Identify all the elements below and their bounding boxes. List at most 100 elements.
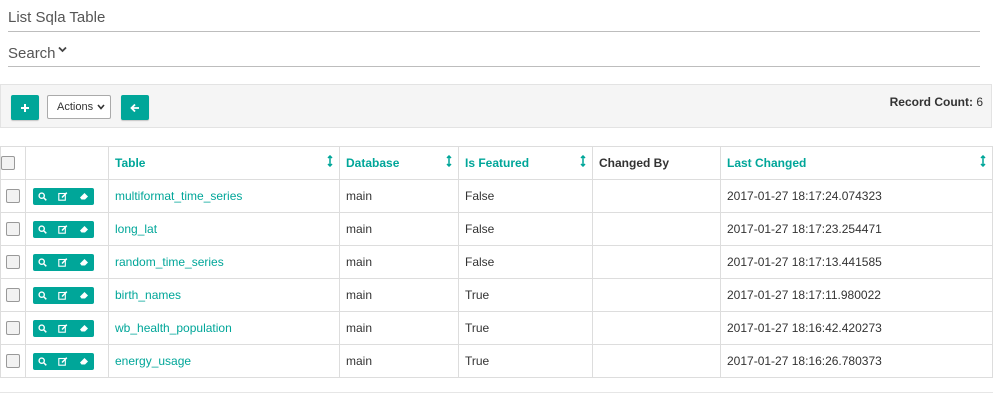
eraser-icon[interactable] <box>79 258 89 266</box>
eraser-icon[interactable] <box>79 225 89 233</box>
sort-icon[interactable] <box>327 155 333 167</box>
row-action-buttons <box>33 352 94 370</box>
header-changed-by: Changed By <box>592 146 721 180</box>
row-checkbox[interactable] <box>6 321 20 336</box>
row-action-buttons <box>33 187 94 205</box>
row-checkbox[interactable] <box>6 288 20 303</box>
page-title: List Sqla Table <box>8 9 106 26</box>
header-last-changed-label[interactable]: Last Changed <box>721 156 806 170</box>
edit-icon[interactable] <box>58 191 68 201</box>
last-changed-cell: 2017-01-27 18:16:42.420273 <box>727 321 882 335</box>
table-row: multiformat_time_series main False 2017-… <box>0 179 993 213</box>
sort-icon[interactable] <box>580 155 586 167</box>
search-icon[interactable] <box>38 191 48 201</box>
table-row: long_lat main False 2017-01-27 18:17:23.… <box>0 212 993 246</box>
search-icon[interactable] <box>38 356 48 366</box>
changed-by-cell <box>593 189 599 203</box>
changed-by-cell <box>593 222 599 236</box>
row-action-buttons <box>33 286 94 304</box>
actions-header <box>25 146 109 180</box>
row-checkbox[interactable] <box>6 189 20 204</box>
eraser-icon[interactable] <box>79 324 89 332</box>
select-all-checkbox[interactable] <box>1 156 15 171</box>
database-cell: main <box>346 255 373 269</box>
table-row: energy_usage main True 2017-01-27 18:16:… <box>0 344 993 378</box>
plus-icon <box>21 103 29 112</box>
search-toggle[interactable]: Search <box>8 34 980 67</box>
last-changed-cell: 2017-01-27 18:17:23.254471 <box>727 222 882 236</box>
sort-icon[interactable] <box>980 155 986 167</box>
header-table[interactable]: Table <box>108 146 340 180</box>
edit-icon[interactable] <box>58 224 68 234</box>
database-cell: main <box>346 354 373 368</box>
last-changed-cell: 2017-01-27 18:17:11.980022 <box>727 288 881 302</box>
actions-dropdown[interactable]: Actions <box>47 95 111 119</box>
chevron-down-icon <box>58 46 67 53</box>
arrow-left-icon <box>130 103 139 112</box>
row-checkbox[interactable] <box>6 255 20 270</box>
changed-by-cell <box>593 354 599 368</box>
table-name-link[interactable]: wb_health_population <box>109 321 232 335</box>
tables-list: Table Database Is Featured Changed By La… <box>0 146 993 378</box>
changed-by-cell <box>593 321 599 335</box>
is-featured-cell: True <box>465 288 490 302</box>
is-featured-cell: False <box>465 222 495 236</box>
row-action-buttons <box>33 319 94 337</box>
record-count-label: Record Count: <box>889 95 973 109</box>
changed-by-cell <box>593 255 599 269</box>
chevron-down-icon <box>97 104 105 110</box>
database-cell: main <box>346 321 373 335</box>
record-count: Record Count: 6 <box>890 95 983 109</box>
header-table-label[interactable]: Table <box>109 156 145 170</box>
is-featured-cell: False <box>465 189 495 203</box>
search-icon[interactable] <box>38 224 48 234</box>
search-icon[interactable] <box>38 290 48 300</box>
divider <box>0 392 993 393</box>
eraser-icon[interactable] <box>79 192 89 200</box>
is-featured-cell: True <box>465 321 490 335</box>
eraser-icon[interactable] <box>79 291 89 299</box>
header-is-featured[interactable]: Is Featured <box>458 146 593 180</box>
table-name-link[interactable]: energy_usage <box>109 354 191 368</box>
edit-icon[interactable] <box>58 356 68 366</box>
table-name-link[interactable]: long_lat <box>109 222 157 236</box>
actions-label: Actions <box>57 101 94 113</box>
last-changed-cell: 2017-01-27 18:16:26.780373 <box>727 354 882 368</box>
record-count-value: 6 <box>976 95 983 109</box>
database-cell: main <box>346 288 373 302</box>
is-featured-cell: True <box>465 354 490 368</box>
header-is-featured-label[interactable]: Is Featured <box>459 156 529 170</box>
row-checkbox[interactable] <box>6 354 20 369</box>
add-button[interactable] <box>11 95 39 120</box>
toolbar: Actions Record Count: 6 <box>0 84 992 128</box>
search-label: Search <box>8 45 56 62</box>
select-all-cell <box>0 146 26 180</box>
eraser-icon[interactable] <box>79 357 89 365</box>
row-action-buttons <box>33 220 94 238</box>
table-row: random_time_series main False 2017-01-27… <box>0 245 993 279</box>
back-button[interactable] <box>121 95 149 120</box>
changed-by-cell <box>593 288 599 302</box>
last-changed-cell: 2017-01-27 18:17:13.441585 <box>727 255 882 269</box>
table-row: birth_names main True 2017-01-27 18:17:1… <box>0 278 993 312</box>
header-database-label[interactable]: Database <box>340 156 399 170</box>
search-icon[interactable] <box>38 257 48 267</box>
table-name-link[interactable]: random_time_series <box>109 255 224 269</box>
header-changed-by-label: Changed By <box>599 156 670 170</box>
header-last-changed[interactable]: Last Changed <box>720 146 993 180</box>
last-changed-cell: 2017-01-27 18:17:24.074323 <box>727 189 882 203</box>
title-bar: List Sqla Table <box>8 0 980 32</box>
table-header-row: Table Database Is Featured Changed By La… <box>0 146 993 180</box>
edit-icon[interactable] <box>58 290 68 300</box>
is-featured-cell: False <box>465 255 495 269</box>
table-name-link[interactable]: birth_names <box>109 288 181 302</box>
sort-icon[interactable] <box>446 155 452 167</box>
edit-icon[interactable] <box>58 323 68 333</box>
database-cell: main <box>346 222 373 236</box>
search-icon[interactable] <box>38 323 48 333</box>
edit-icon[interactable] <box>58 257 68 267</box>
table-name-link[interactable]: multiformat_time_series <box>109 189 242 203</box>
database-cell: main <box>346 189 373 203</box>
header-database[interactable]: Database <box>339 146 459 180</box>
row-checkbox[interactable] <box>6 222 20 237</box>
